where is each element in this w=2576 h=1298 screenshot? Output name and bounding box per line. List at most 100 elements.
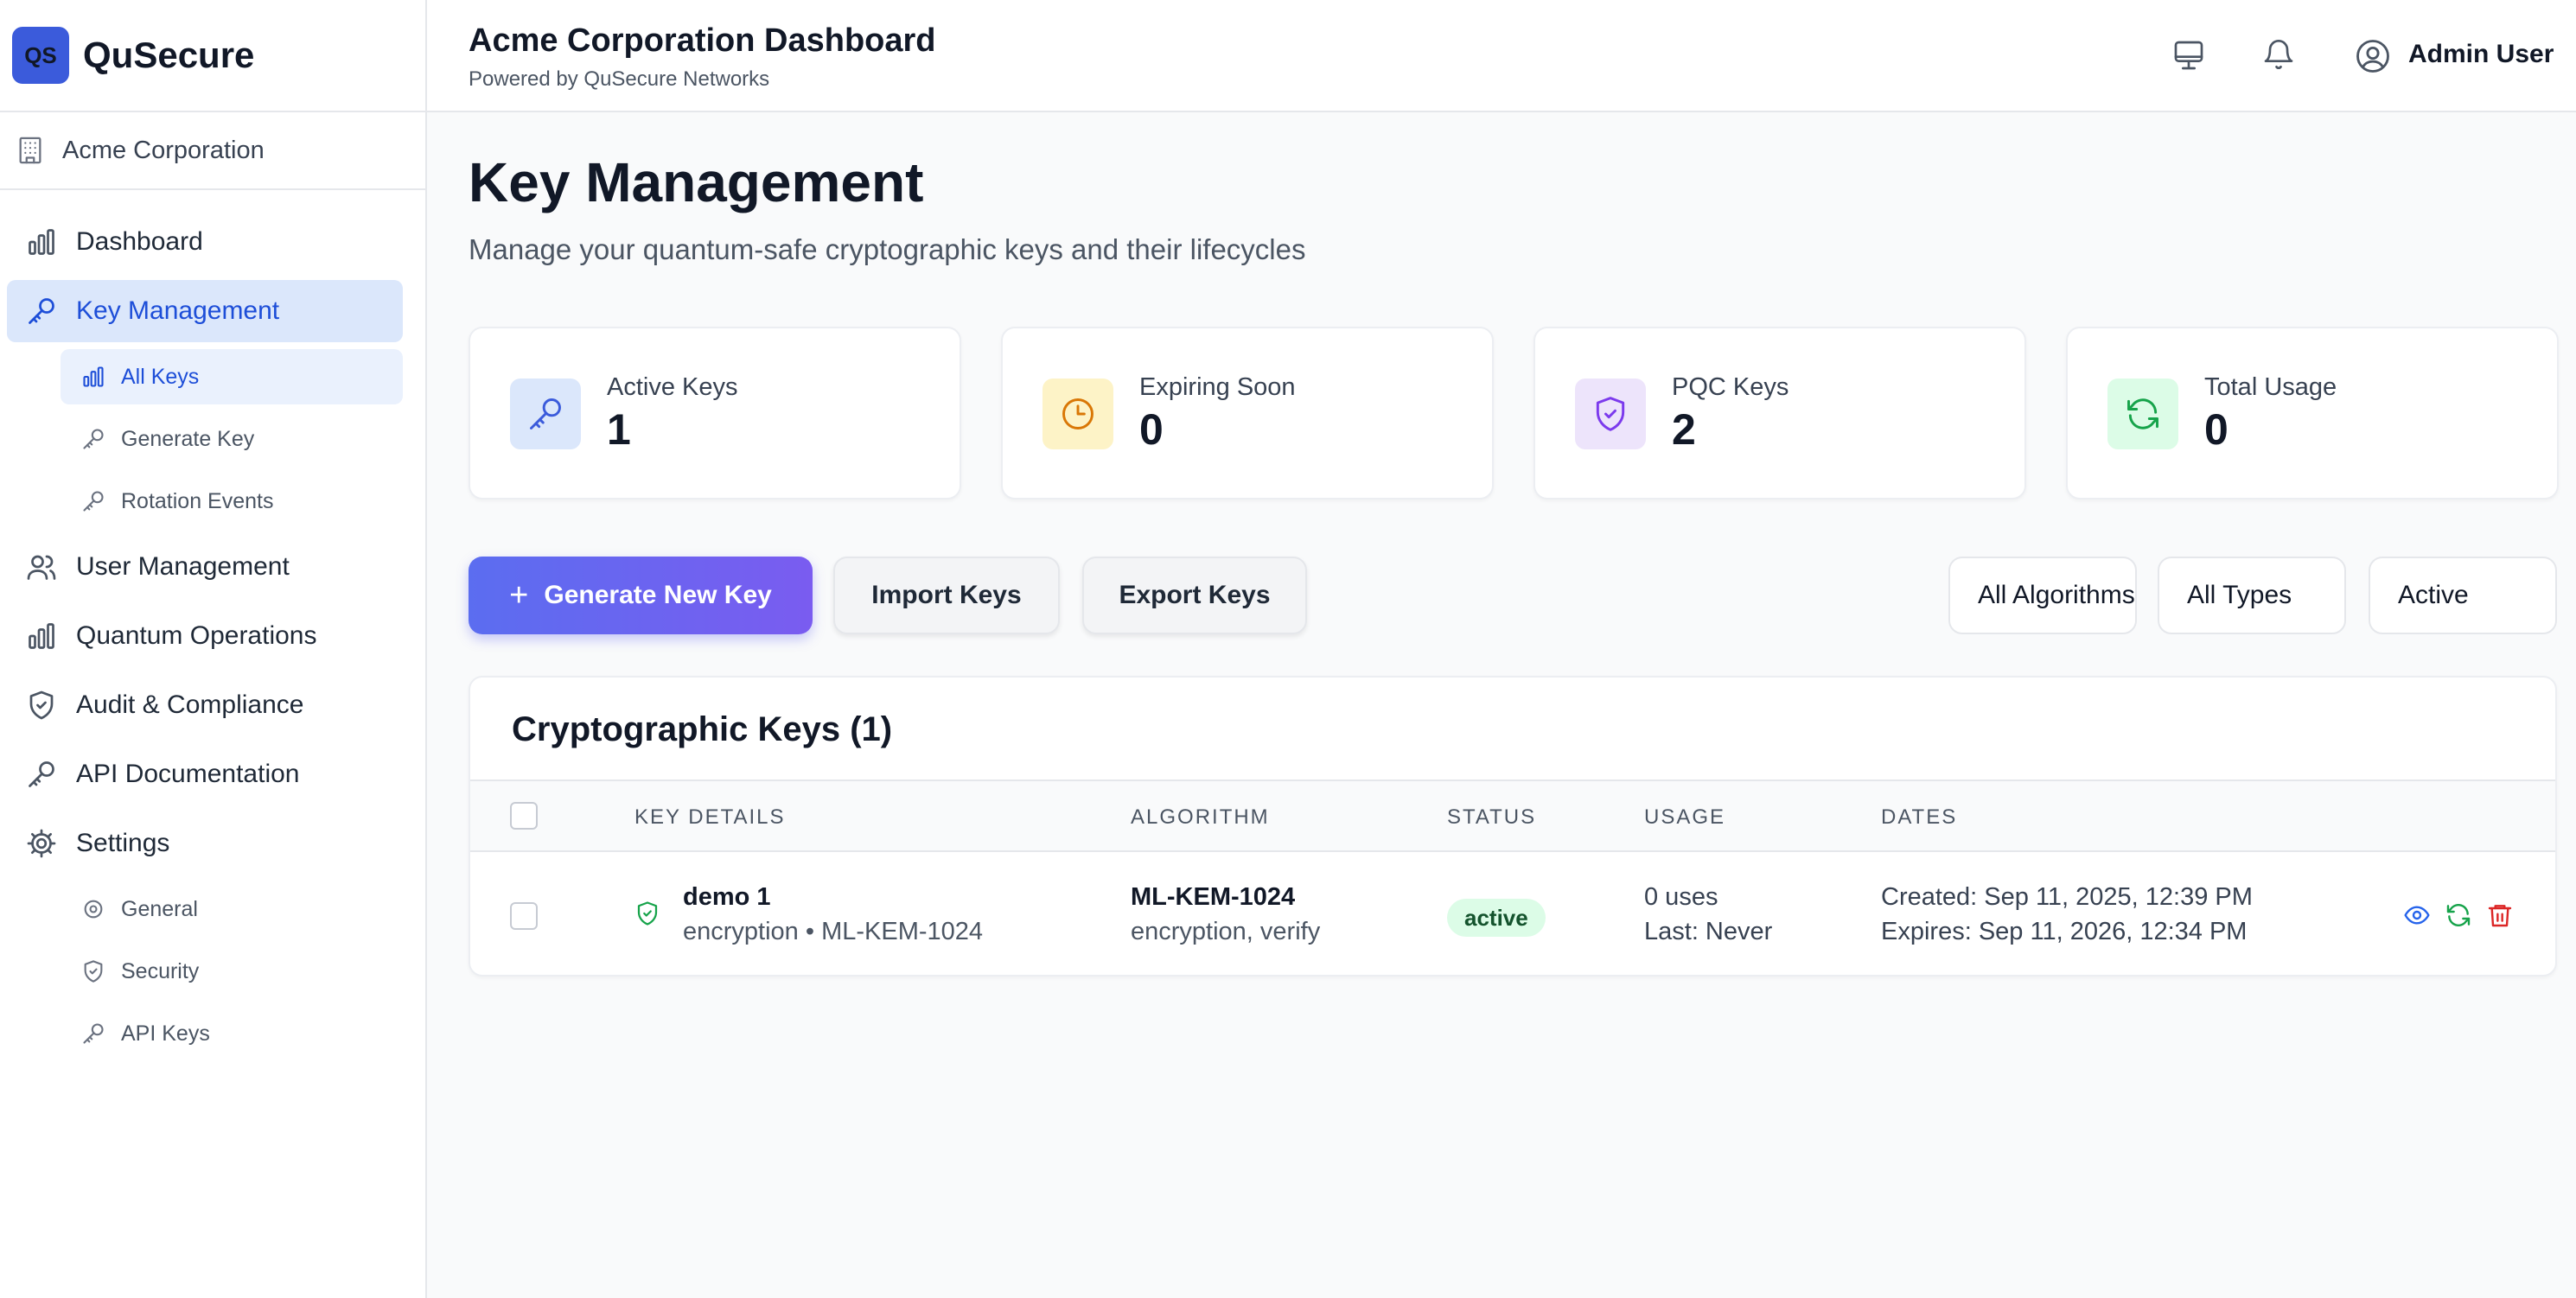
stat-label: Total Usage <box>2204 373 2337 401</box>
sidebar: QS QuSecure Acme Corporation Dashboard K… <box>0 0 427 1298</box>
sidebar-item-quantum-operations[interactable]: Quantum Operations <box>7 605 403 667</box>
sidebar-subitem-all-keys[interactable]: All Keys <box>61 349 403 404</box>
created-date: Created: Sep 11, 2025, 12:39 PM <box>1881 883 2253 911</box>
status-badge: active <box>1447 899 1546 937</box>
algorithm-filter-select[interactable]: All Algorithms <box>1948 557 2137 634</box>
building-icon <box>16 136 45 165</box>
sidebar-item-dashboard[interactable]: Dashboard <box>7 211 403 273</box>
sidebar-subitem-rotation-events[interactable]: Rotation Events <box>61 474 403 529</box>
export-keys-button[interactable]: Export Keys <box>1082 557 1307 634</box>
stat-card-expiring-soon: Expiring Soon 0 <box>1001 327 1494 499</box>
key-icon <box>510 379 581 449</box>
monitor-icon[interactable] <box>2171 38 2206 77</box>
delete-icon[interactable] <box>2486 901 2514 933</box>
stat-label: Active Keys <box>607 373 738 401</box>
organization-selector[interactable]: Acme Corporation <box>0 112 425 190</box>
column-header: KEY DETAILS <box>634 805 786 829</box>
sidebar-item-api-documentation[interactable]: API Documentation <box>7 743 403 805</box>
sidebar-subitem-api-keys[interactable]: API Keys <box>61 1006 403 1061</box>
table-row[interactable]: demo 1 encryption • ML-KEM-1024 ML-KEM-1… <box>470 852 2555 975</box>
keys-table-card: Cryptographic Keys (1) KEY DETAILS ALGOR… <box>469 676 2557 977</box>
rotate-key-icon[interactable] <box>2445 901 2472 933</box>
select-all-checkbox[interactable] <box>510 802 538 830</box>
key-icon <box>81 1021 105 1046</box>
sidebar-item-label: Key Management <box>76 296 280 325</box>
brand-name: QuSecure <box>83 35 255 75</box>
sidebar-item-key-management[interactable]: Key Management <box>7 280 403 342</box>
sidebar-item-label: User Management <box>76 552 290 581</box>
bar-chart-icon <box>81 365 105 389</box>
table-title: Cryptographic Keys (1) <box>512 710 893 748</box>
key-algorithm: ML-KEM-1024 <box>1131 883 1296 911</box>
sidebar-item-audit-compliance[interactable]: Audit & Compliance <box>7 674 403 736</box>
stat-card-pqc-keys: PQC Keys 2 <box>1533 327 2026 499</box>
sidebar-item-label: API Documentation <box>76 760 300 788</box>
stat-value: 0 <box>1139 405 1164 454</box>
key-icon <box>81 427 105 451</box>
shield-icon <box>81 959 105 983</box>
shield-check-icon <box>1575 379 1646 449</box>
table-header: KEY DETAILS ALGORITHM STATUS USAGE DATES <box>470 779 2555 852</box>
sidebar-subitem-label: Generate Key <box>121 426 255 451</box>
sidebar-item-settings[interactable]: Settings <box>7 812 403 875</box>
sidebar-subitem-general[interactable]: General <box>61 881 403 937</box>
brand[interactable]: QS QuSecure <box>0 0 425 112</box>
import-keys-button[interactable]: Import Keys <box>833 557 1060 634</box>
row-checkbox[interactable] <box>510 902 538 930</box>
sidebar-subitem-label: All Keys <box>121 364 200 389</box>
stat-label: PQC Keys <box>1672 373 1789 401</box>
sidebar-item-user-management[interactable]: User Management <box>7 536 403 598</box>
stat-card-active-keys: Active Keys 1 <box>469 327 961 499</box>
button-label: Generate New Key <box>544 581 772 609</box>
column-header: ALGORITHM <box>1131 805 1270 829</box>
sidebar-subitem-label: API Keys <box>121 1021 210 1046</box>
key-icon <box>26 759 57 790</box>
stat-value: 1 <box>607 405 631 454</box>
header-subtitle: Powered by QuSecure Networks <box>469 67 770 91</box>
organization-name: Acme Corporation <box>62 136 265 164</box>
refresh-icon <box>2107 379 2178 449</box>
brand-logo: QS <box>12 27 69 84</box>
clock-icon <box>1043 379 1113 449</box>
sidebar-subitem-generate-key[interactable]: Generate Key <box>61 411 403 467</box>
sidebar-item-label: Audit & Compliance <box>76 690 304 719</box>
bar-chart-icon <box>26 226 57 258</box>
stat-value: 0 <box>2204 405 2228 454</box>
usage-count: 0 uses <box>1644 883 1718 911</box>
view-icon[interactable] <box>2403 901 2431 933</box>
shield-icon <box>26 690 57 721</box>
sidebar-item-label: Dashboard <box>76 227 203 256</box>
gear-icon <box>26 828 57 859</box>
status-filter-select[interactable]: Active <box>2369 557 2557 634</box>
bell-icon[interactable] <box>2261 38 2296 77</box>
type-filter-select[interactable]: All Types <box>2158 557 2346 634</box>
users-icon <box>26 551 57 582</box>
stat-value: 2 <box>1672 405 1696 454</box>
usage-last: Last: Never <box>1644 918 1773 945</box>
sidebar-item-label: Quantum Operations <box>76 621 317 650</box>
plus-icon: + <box>509 576 529 614</box>
header-title: Acme Corporation Dashboard <box>469 22 936 59</box>
user-avatar-icon[interactable] <box>2355 38 2391 79</box>
column-header: STATUS <box>1447 805 1537 829</box>
sidebar-nav: Dashboard Key Management All Keys Genera… <box>0 190 425 1061</box>
column-header: USAGE <box>1644 805 1726 829</box>
sidebar-item-label: Settings <box>76 829 170 857</box>
top-header: Acme Corporation Dashboard Powered by Qu… <box>427 0 2576 112</box>
key-icon <box>81 489 105 513</box>
page-subtitle: Manage your quantum-safe cryptographic k… <box>469 233 1306 265</box>
generate-new-key-button[interactable]: + Generate New Key <box>469 557 813 634</box>
sidebar-subitem-security[interactable]: Security <box>61 944 403 999</box>
stat-label: Expiring Soon <box>1139 373 1296 401</box>
sidebar-subitem-label: General <box>121 896 198 921</box>
user-name[interactable]: Admin User <box>2408 40 2554 69</box>
key-details: encryption • ML-KEM-1024 <box>683 918 984 945</box>
page-title: Key Management <box>469 151 924 213</box>
key-operations: encryption, verify <box>1131 918 1321 945</box>
shield-check-icon <box>634 900 660 926</box>
key-name: demo 1 <box>683 883 771 911</box>
stat-card-total-usage: Total Usage 0 <box>2066 327 2559 499</box>
gear-icon <box>81 897 105 921</box>
column-header: DATES <box>1881 805 1958 829</box>
bar-chart-icon <box>26 620 57 652</box>
